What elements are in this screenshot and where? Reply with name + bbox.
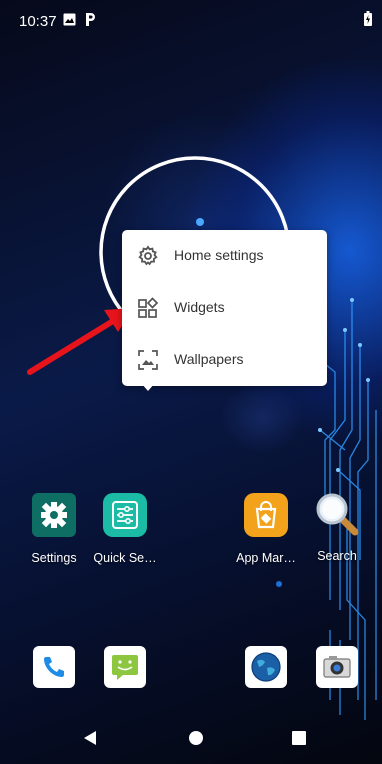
menu-item-home-settings[interactable]: Home settings	[122, 230, 327, 282]
status-time: 10:37	[19, 13, 57, 30]
quick-settings-sliders-icon	[103, 493, 147, 537]
status-bar: 10:37	[0, 0, 382, 40]
wallpaper-dot	[276, 581, 282, 587]
home-icon[interactable]	[188, 730, 204, 751]
wallpaper-icon	[137, 349, 159, 371]
message-icon	[104, 655, 146, 692]
camera-icon	[316, 656, 358, 692]
app-quick-settings[interactable]: Quick Se…	[89, 493, 161, 565]
app-label: App Mar…	[236, 551, 296, 565]
app-label: Search	[317, 549, 357, 563]
image-icon	[63, 13, 76, 31]
dock-camera[interactable]	[316, 646, 358, 688]
home-context-menu: Home settings Widgets Wallpapers	[122, 230, 327, 386]
menu-item-label: Wallpapers	[174, 351, 244, 367]
menu-item-wallpapers[interactable]: Wallpapers	[122, 334, 327, 386]
battery-charging-icon	[364, 11, 372, 31]
settings-gear-icon	[32, 493, 76, 537]
dock-browser[interactable]	[245, 646, 287, 688]
menu-item-label: Home settings	[174, 247, 264, 263]
menu-item-label: Widgets	[174, 299, 225, 315]
menu-item-widgets[interactable]: Widgets	[122, 282, 327, 334]
magnifier-icon	[314, 491, 360, 537]
dock-messaging[interactable]	[104, 646, 146, 688]
app-label: Settings	[31, 551, 77, 565]
red-arrow-annotation	[27, 308, 134, 375]
globe-icon	[245, 652, 287, 692]
app-settings[interactable]: Settings	[18, 493, 90, 565]
gear-icon	[137, 245, 159, 267]
home-screen[interactable]: 10:37 Home settings Widgets Wallpapers S…	[0, 0, 382, 764]
shopping-bag-icon	[244, 493, 288, 537]
app-search[interactable]: Search	[301, 491, 373, 563]
phone-icon	[33, 657, 75, 692]
recents-icon[interactable]	[292, 731, 306, 750]
back-icon[interactable]	[83, 730, 97, 751]
app-market[interactable]: App Mar…	[230, 493, 302, 565]
widgets-icon	[137, 297, 159, 319]
wallpaper-glow-dot	[196, 218, 204, 226]
app-label: Quick Se…	[93, 551, 157, 565]
dock-phone[interactable]	[33, 646, 75, 688]
menu-pointer	[141, 383, 155, 391]
navigation-bar	[0, 718, 382, 764]
parking-app-icon	[84, 12, 96, 32]
